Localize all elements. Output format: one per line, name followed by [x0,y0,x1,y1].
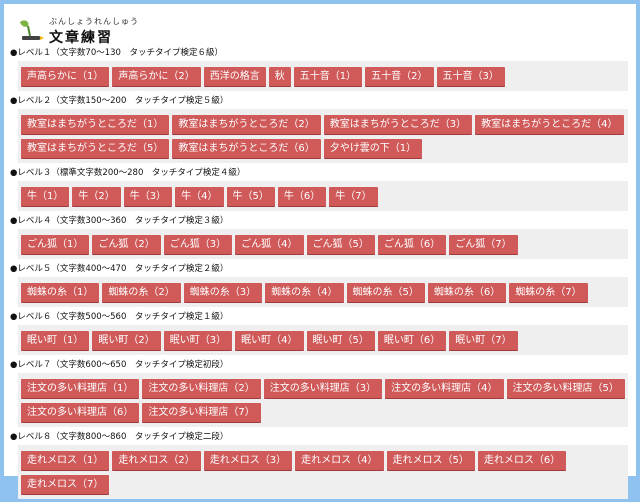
practice-text-button[interactable]: 眠い町（4） [235,331,304,350]
page-title: 文章練習 [49,30,113,46]
practice-text-button[interactable]: 牛（4） [175,187,224,206]
level-heading: ●レベル３（標準文字数200～280 タッチタイプ検定４級） [10,168,246,178]
practice-text-button[interactable]: 眠い町（5） [306,331,375,350]
practice-text-button[interactable]: ごん狐（4） [235,235,304,254]
level-heading: ●レベル５（文字数400～470 タッチタイプ検定２級） [10,264,229,274]
practice-text-button[interactable]: 教室はまちがうところだ（2） [172,115,321,134]
level-button-group: 教室はまちがうところだ（1） 教室はまちがうところだ（2） 教室はまちがうところだ（… [18,109,628,163]
level-section-1: ●レベル１（文字数70～130 タッチタイプ検定６級） 声高らかに（1） 声高らかに… [4,46,636,91]
practice-text-button[interactable]: 走れメロス（2） [112,451,201,470]
practice-text-button[interactable]: 眠い町（1） [21,331,90,350]
practice-text-button[interactable]: 牛（3） [123,187,173,206]
practice-text-button[interactable]: 注文の多い料理店（7） [142,403,261,422]
practice-text-button[interactable]: 五十音（1） [293,67,363,86]
level-section-6: ●レベル６（文字数500～560 タッチタイプ検定１級） 眠い町（1） 眠い町（2）… [4,310,636,355]
level-section-2: ●レベル２（文字数150～200 タッチタイプ検定５級） 教室はまちがうところだ（… [4,94,636,163]
level-heading: ●レベル４（文字数300～360 タッチタイプ検定３級） [10,216,229,226]
levels-list: ●レベル１（文字数70～130 タッチタイプ検定６級） 声高らかに（1） 声高らかに… [4,46,636,502]
practice-text-button[interactable]: 眠い町（3） [163,331,233,350]
practice-text-button[interactable]: 注文の多い料理店（1） [21,379,140,398]
level-section-5: ●レベル５（文字数400～470 タッチタイプ検定２級） 蜘蛛の糸（1） 蜘蛛の糸（… [4,262,636,307]
practice-text-button[interactable]: 牛（5） [226,187,275,206]
practice-text-button[interactable]: ごん狐（2） [92,235,161,254]
practice-text-button[interactable]: 注文の多い料理店（4） [385,379,504,398]
practice-text-button[interactable]: 五十音（2） [365,67,434,86]
practice-text-button[interactable]: 走れメロス（6） [477,451,567,470]
page-frame: ぶんしょうれんしゅう 文章練習 ●レベル１（文字数70～130 タッチタイプ検定… [4,4,636,499]
practice-text-button[interactable]: 蜘蛛の糸（3） [183,283,263,302]
level-button-group: ごん狐（1） ごん狐（2） ごん狐（3） ごん狐（4） ごん狐（5） ごん狐（6） ごん狐（… [18,229,628,259]
level-button-group: 眠い町（1） 眠い町（2） 眠い町（3） 眠い町（4） 眠い町（5） 眠い町（6） 眠い町（… [18,325,628,355]
practice-text-button[interactable]: ごん狐（5） [306,235,375,254]
practice-text-button[interactable]: 西洋の格言 [203,67,266,86]
level-heading: ●レベル２（文字数150～200 タッチタイプ検定５級） [10,96,229,106]
practice-text-button[interactable]: ごん狐（1） [21,235,90,254]
practice-text-button[interactable]: 蜘蛛の糸（7） [509,283,588,302]
practice-text-button[interactable]: 走れメロス（3） [203,451,293,470]
practice-text-button[interactable]: ごん狐（6） [377,235,447,254]
practice-text-button[interactable]: 注文の多い料理店（5） [506,379,625,398]
practice-text-button[interactable]: 声高らかに（2） [112,67,201,86]
level-heading: ●レベル７（文字数600～650 タッチタイプ検定初段） [10,360,229,370]
practice-text-button[interactable]: 走れメロス（1） [21,451,110,470]
practice-text-button[interactable]: 注文の多い料理店（2） [142,379,261,398]
practice-text-button[interactable]: 教室はまちがうところだ（4） [475,115,624,134]
practice-text-button[interactable]: 眠い町（7） [449,331,518,350]
level-button-group: 走れメロス（1） 走れメロス（2） 走れメロス（3） 走れメロス（4） 走れメロス（5）… [18,445,628,499]
practice-text-button[interactable]: 眠い町（2） [92,331,161,350]
practice-text-button[interactable]: 教室はまちがうところだ（6） [172,139,321,158]
title-ruby: ぶんしょうれんしゅう [49,17,139,26]
practice-text-button[interactable]: 注文の多い料理店（6） [21,403,140,422]
level-section-8: ●レベル８（文字数800～860 タッチタイプ検定二段） 走れメロス（1） 走れメロ… [4,430,636,499]
practice-text-button[interactable]: 教室はまちがうところだ（1） [21,115,170,134]
practice-text-button[interactable]: 走れメロス（7） [21,475,110,494]
practice-text-button[interactable]: 牛（1） [21,187,70,206]
level-heading: ●レベル６（文字数500～560 タッチタイプ検定１級） [10,312,229,322]
practice-text-button[interactable]: 教室はまちがうところだ（3） [323,115,473,134]
level-button-group: 牛（1） 牛（2） 牛（3） 牛（4） 牛（5） 牛（6） 牛（7） [18,181,628,211]
level-button-group: 注文の多い料理店（1） 注文の多い料理店（2） 注文の多い料理店（3） 注文の多い料理… [18,373,628,427]
practice-text-button[interactable]: 牛（2） [72,187,121,206]
practice-text-button[interactable]: 牛（6） [277,187,327,206]
practice-text-button[interactable]: 走れメロス（5） [386,451,475,470]
practice-text-button[interactable]: 秋 [268,67,291,86]
level-heading: ●レベル８（文字数800～860 タッチタイプ検定二段） [10,432,229,442]
practice-text-button[interactable]: 眠い町（6） [377,331,447,350]
practice-text-button[interactable]: 蜘蛛の糸（6） [427,283,507,302]
practice-text-button[interactable]: 教室はまちがうところだ（5） [21,139,170,158]
practice-text-button[interactable]: 蜘蛛の糸（1） [21,283,100,302]
practice-text-button[interactable]: 声高らかに（1） [21,67,110,86]
plant-pencil-logo-icon [20,20,44,40]
practice-text-button[interactable]: 蜘蛛の糸（4） [265,283,344,302]
level-section-7: ●レベル７（文字数600～650 タッチタイプ検定初段） 注文の多い料理店（1）注… [4,358,636,427]
level-button-group: 声高らかに（1） 声高らかに（2） 西洋の格言秋五十音（1） 五十音（2） 五十音（3） [18,61,628,91]
level-heading: ●レベル１（文字数70～130 タッチタイプ検定６級） [10,48,223,58]
practice-text-button[interactable]: 蜘蛛の糸（2） [102,283,181,302]
practice-text-button[interactable]: 蜘蛛の糸（5） [346,283,425,302]
practice-text-button[interactable]: 走れメロス（4） [295,451,384,470]
level-section-4: ●レベル４（文字数300～360 タッチタイプ検定３級） ごん狐（1） ごん狐（2）… [4,214,636,259]
practice-text-button[interactable]: 注文の多い料理店（3） [263,379,383,398]
practice-text-button[interactable]: 夕やけ雲の下（1） [323,139,423,158]
level-button-group: 蜘蛛の糸（1） 蜘蛛の糸（2） 蜘蛛の糸（3） 蜘蛛の糸（4） 蜘蛛の糸（5） 蜘蛛の糸（… [18,277,628,307]
level-section-3: ●レベル３（標準文字数200～280 タッチタイプ検定４級） 牛（1） 牛（2） 牛（… [4,166,636,211]
practice-text-button[interactable]: ごん狐（7） [449,235,518,254]
practice-text-button[interactable]: ごん狐（3） [163,235,233,254]
practice-text-button[interactable]: 五十音（3） [436,67,505,86]
header: ぶんしょうれんしゅう 文章練習 [14,12,314,46]
practice-text-button[interactable]: 牛（7） [329,187,378,206]
